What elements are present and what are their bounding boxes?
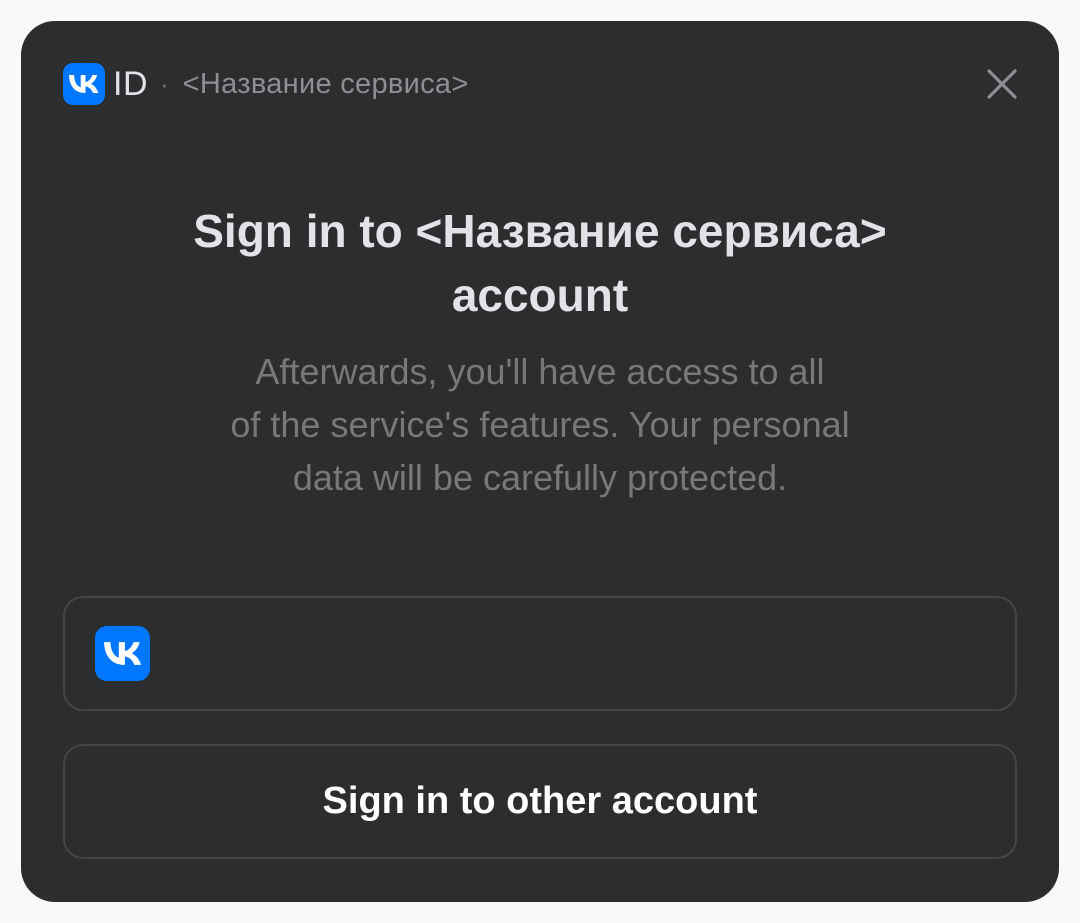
header: ID · <Название сервиса> xyxy=(63,63,469,105)
page-subtitle: Afterwards, you'll have access to all of… xyxy=(21,345,1059,504)
id-label: ID xyxy=(113,64,148,103)
title-line-2: account xyxy=(451,269,629,321)
subtitle-line-2: of the service's features. Your personal xyxy=(230,404,850,445)
page-title: Sign in to <Название сервиса> account xyxy=(21,199,1059,327)
subtitle-line-1: Afterwards, you'll have access to all xyxy=(255,351,825,392)
subtitle-line-3: data will be carefully protected. xyxy=(292,457,788,498)
vk-account-button[interactable] xyxy=(63,596,1017,711)
close-button[interactable] xyxy=(983,65,1021,103)
sign-in-other-account-button[interactable]: Sign in to other account xyxy=(63,744,1017,859)
vk-logo-icon xyxy=(95,626,150,681)
title-line-1: Sign in to <Название сервиса> xyxy=(193,205,887,257)
separator-dot: · xyxy=(160,68,169,99)
vk-logo-icon xyxy=(63,63,105,105)
sign-in-other-account-label: Sign in to other account xyxy=(322,780,758,822)
auth-sheet: ID · <Название сервиса> Sign in to <Назв… xyxy=(21,21,1059,902)
close-icon xyxy=(987,69,1017,99)
service-name: <Название сервиса> xyxy=(182,67,469,100)
